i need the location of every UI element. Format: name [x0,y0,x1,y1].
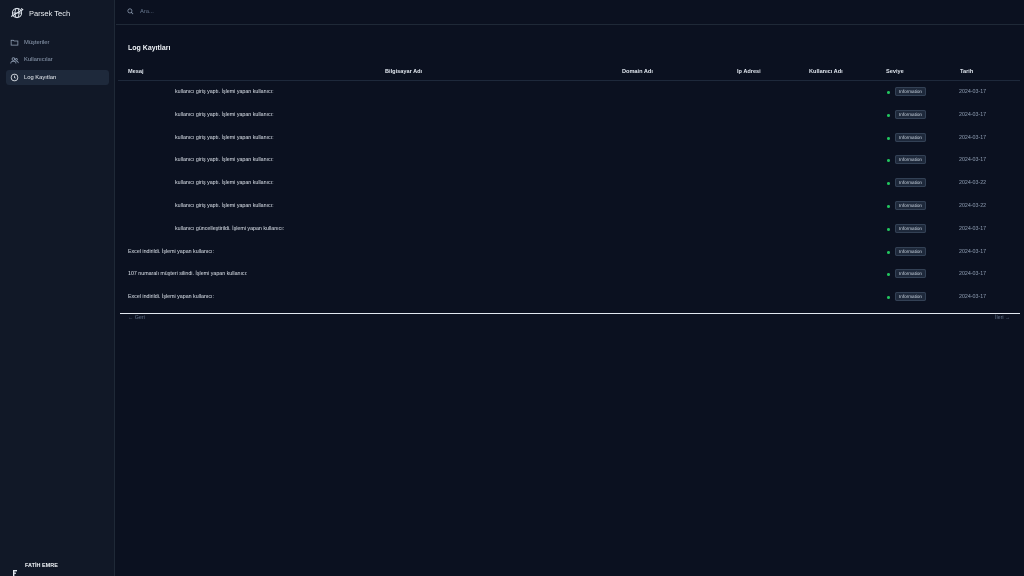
sidebar-nav: Müşteriler Kullanıcılar Log Kayıtları [6,35,109,88]
cell-date: 2024-03-17 [959,271,987,278]
cell-date: 2024-03-17 [959,111,987,118]
cell-message: kullanıcı giriş yaptı. İşlemi yapan kull… [175,180,274,187]
cell-date: 2024-03-17 [959,134,987,141]
cell-message: kullanıcı giriş yaptı. İşlemi yapan kull… [175,134,274,141]
cell-message: Excel indirildi. İşlemi yapan kullanıcı: [128,294,214,301]
user-menu[interactable]: FATİH EMRE [13,563,58,576]
table-row[interactable]: kullanıcı giriş yaptı. İşlemi yapan kull… [118,127,1020,150]
column-header-ip-adresi[interactable]: Ip Adresi [737,69,761,75]
sidebar-item-musteriler[interactable]: Müşteriler [6,35,109,50]
column-header-bilgisayar-adi[interactable]: Bilgisayar Adı [385,69,422,75]
sidebar: Parsek Tech Müşteriler Kullanıcılar Log … [0,0,115,576]
sidebar-item-label: Log Kayıtları [24,74,57,81]
cell-message: Excel indirildi. İşlemi yapan kullanıcı: [128,248,214,255]
level-badge: Information [895,223,926,233]
level-badge: Information [895,132,926,142]
status-dot [887,136,890,140]
column-header-domain-adi[interactable]: Domain Adı [622,69,653,75]
status-dot [887,91,890,94]
status-dot [887,205,890,208]
table-row[interactable]: kullanıcı giriş yaptı. İşlemi yapan kull… [118,149,1020,172]
search-input[interactable] [140,8,340,15]
table-row[interactable]: kullanıcı giriş yaptı. İşlemi yapan kull… [118,104,1020,127]
brand[interactable]: Parsek Tech [10,6,70,20]
cell-date: 2024-03-17 [959,248,987,255]
cell-date: 2024-03-17 [959,157,987,164]
sidebar-item-kullanicilar[interactable]: Kullanıcılar [6,53,109,68]
search-box [127,8,340,15]
status-dot [887,273,890,277]
cell-date: 2024-03-17 [959,89,987,95]
level-badge: Information [895,246,926,256]
next-page-button[interactable]: İleri → [995,315,1010,321]
clock-icon [10,73,19,82]
table-row[interactable]: 107 numaralı müşteri silindi. İşlemi yap… [118,263,1020,286]
level-badge: Information [895,292,926,302]
sidebar-item-label: Müşteriler [24,39,50,46]
prev-page-button[interactable]: ← Geri [128,315,145,321]
globe-plane-icon [10,6,24,20]
table-row[interactable]: Excel indirildi. İşlemi yapan kullanıcı:… [118,286,1020,309]
table-row[interactable]: kullanıcı giriş yaptı. İşlemi yapan kull… [118,81,1020,104]
cell-date: 2024-03-22 [959,180,987,187]
status-dot [887,250,890,254]
table-row[interactable]: kullanıcı giriş yaptı. İşlemi yapan kull… [118,195,1020,218]
column-header-kullanici-adi[interactable]: Kullanıcı Adı [809,69,843,75]
user-name: FATİH EMRE [25,563,58,569]
cell-message: kullanıcı giriş yaptı. İşlemi yapan kull… [175,89,274,95]
cell-message: kullanıcı giriş yaptı. İşlemi yapan kull… [175,111,274,118]
users-icon [10,56,19,64]
page-title: Log Kayıtları [128,45,171,52]
level-badge: Information [895,178,926,188]
column-header-mesaj[interactable]: Mesaj [128,69,144,75]
user-avatar-icon [13,563,17,576]
cell-message: kullanıcı giriş yaptı. İşlemi yapan kull… [175,203,274,209]
brand-name: Parsek Tech [29,8,71,18]
cell-message: kullanıcı güncelleştirildi. İşlemi yapan… [175,225,285,232]
status-dot [887,113,890,117]
cell-date: 2024-03-17 [959,225,987,232]
level-badge: Information [895,109,926,119]
folder-icon [10,39,19,46]
table-row[interactable]: kullanıcı giriş yaptı. İşlemi yapan kull… [118,172,1020,195]
search-icon [127,8,134,15]
table-row[interactable]: kullanıcı güncelleştirildi. İşlemi yapan… [118,218,1020,241]
cell-date: 2024-03-17 [959,294,987,301]
top-bar [116,0,1024,25]
cell-date: 2024-03-22 [959,203,987,209]
status-dot [887,159,890,163]
table-row[interactable]: Excel indirildi. İşlemi yapan kullanıcı:… [118,241,1020,264]
level-badge: Information [895,87,926,96]
cell-message: kullanıcı giriş yaptı. İşlemi yapan kull… [175,157,274,164]
level-badge: Information [895,155,926,165]
level-badge: Information [895,269,926,279]
status-dot [887,296,890,300]
cell-message: 107 numaralı müşteri silindi. İşlemi yap… [128,271,248,278]
status-dot [887,227,890,231]
table-header: Mesaj Bilgisayar Adı Domain Adı Ip Adres… [118,66,1020,81]
column-header-tarih[interactable]: Tarih [960,69,973,75]
column-header-seviye[interactable]: Seviye [886,69,904,75]
status-dot [887,182,890,186]
sidebar-item-label: Kullanıcılar [24,57,53,63]
table-bottom-border [120,313,1020,314]
sidebar-item-log-kayitlari[interactable]: Log Kayıtları [6,70,109,85]
level-badge: Information [895,201,926,210]
